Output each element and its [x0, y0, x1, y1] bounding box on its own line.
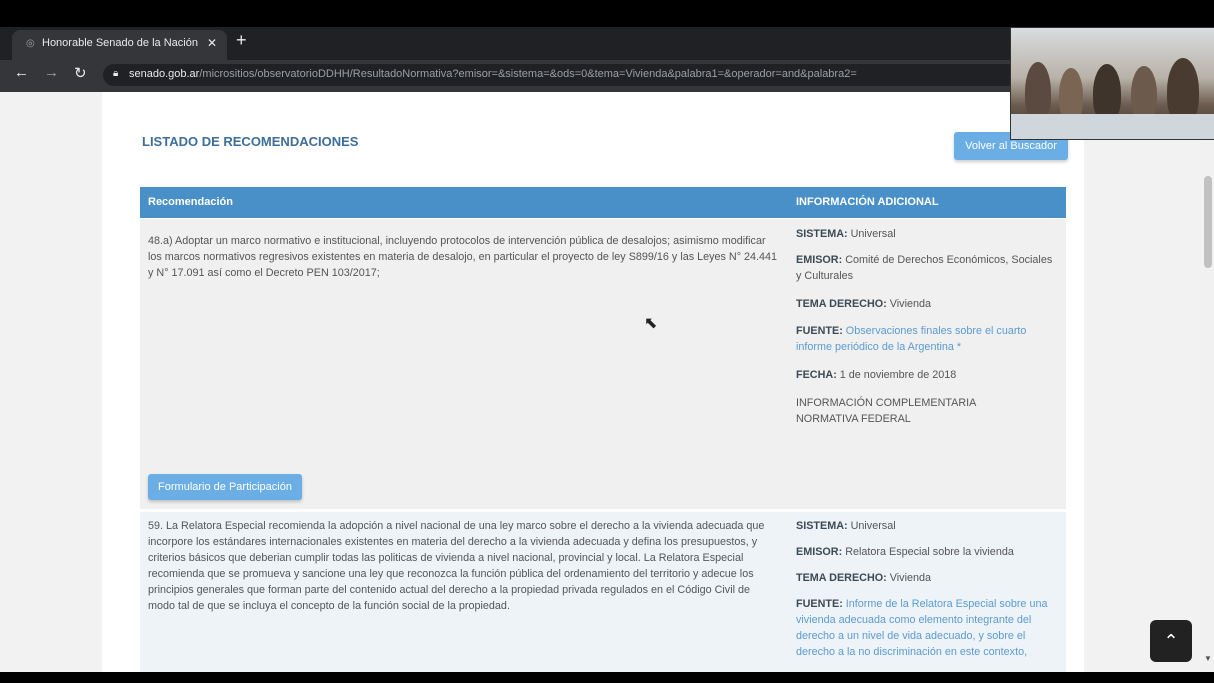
page-title: LISTADO DE RECOMENDACIONES — [142, 134, 359, 149]
column-header-recommendation: Recomendación — [148, 196, 233, 208]
page-viewport: LISTADO DE RECOMENDACIONES Volver al Bus… — [0, 92, 1214, 672]
column-header-info: INFORMACIÓN ADICIONAL — [796, 196, 939, 208]
forward-arrow-icon[interactable]: → — [44, 64, 59, 81]
info-fuente: FUENTE: Informe de la Relatora Especial … — [796, 598, 1048, 658]
tab-title: Honorable Senado de la Nación — [42, 37, 198, 49]
mouse-pointer-icon: ⬉ — [644, 315, 658, 332]
page-content: LISTADO DE RECOMENDACIONES Volver al Bus… — [102, 92, 1084, 672]
table-header: Recomendación INFORMACIÓN ADICIONAL — [140, 187, 1066, 218]
info-emisor: EMISOR: Comité de Derechos Económicos, S… — [796, 254, 1053, 282]
table-row: 48.a) Adoptar un marco normativo e insti… — [140, 219, 1066, 509]
vertical-scrollbar[interactable]: ▼ — [1201, 92, 1214, 672]
globe-icon: ◎ — [26, 38, 35, 49]
scroll-to-top-button[interactable]: ⌃ — [1150, 620, 1192, 662]
table-row: 59. La Relatora Especial recomienda la a… — [140, 512, 1066, 672]
close-tab-icon[interactable]: ✕ — [207, 36, 217, 50]
info-tema: TEMA DERECHO: Vivienda — [796, 572, 932, 584]
recommendation-text: 48.a) Adoptar un marco normativo e insti… — [148, 235, 778, 279]
scrollbar-thumb[interactable] — [1204, 176, 1212, 268]
url-path: /micrositios/observatorioDDHH/ResultadoN… — [199, 68, 857, 80]
info-tema: TEMA DERECHO: Vivienda — [796, 298, 932, 310]
info-sistema: SISTEMA: Universal — [796, 228, 896, 240]
browser-tab[interactable]: ◎ Honorable Senado de la Nación ✕ — [12, 30, 227, 60]
webcam-overlay — [1010, 27, 1214, 140]
info-sistema: SISTEMA: Universal — [796, 520, 896, 532]
conference-table — [1011, 114, 1214, 139]
back-arrow-icon[interactable]: ← — [14, 64, 29, 81]
video-top-letterbox — [0, 0, 1214, 27]
complementary-info-link[interactable]: INFORMACIÓN COMPLEMENTARIA — [796, 395, 1054, 411]
info-emisor: EMISOR: Relatora Especial sobre la vivie… — [796, 546, 1014, 558]
url-text[interactable]: senado.gob.ar/micrositios/observatorioDD… — [129, 68, 857, 80]
info-fecha: FECHA: 1 de noviembre de 2018 — [796, 369, 957, 381]
federal-regulation-link[interactable]: NORMATIVA FEDERAL — [796, 411, 1054, 427]
chevron-up-icon: ⌃ — [1163, 631, 1179, 651]
scroll-down-arrow-icon[interactable]: ▼ — [1204, 654, 1212, 663]
video-participant — [1025, 62, 1051, 122]
new-tab-button[interactable]: + — [236, 30, 247, 51]
url-domain: senado.gob.ar — [129, 68, 200, 80]
video-bottom-letterbox — [0, 672, 1214, 683]
participation-form-button[interactable]: Formulario de Participación — [148, 474, 302, 500]
info-fuente: FUENTE: Observaciones finales sobre el c… — [796, 325, 1027, 353]
lock-icon: 🔒︎ — [113, 68, 119, 79]
recommendation-text: 59. La Relatora Especial recomienda la a… — [148, 520, 765, 612]
reload-icon[interactable]: ↻ — [74, 64, 87, 82]
address-bar[interactable]: 🔒︎ senado.gob.ar/micrositios/observatori… — [103, 64, 1018, 86]
